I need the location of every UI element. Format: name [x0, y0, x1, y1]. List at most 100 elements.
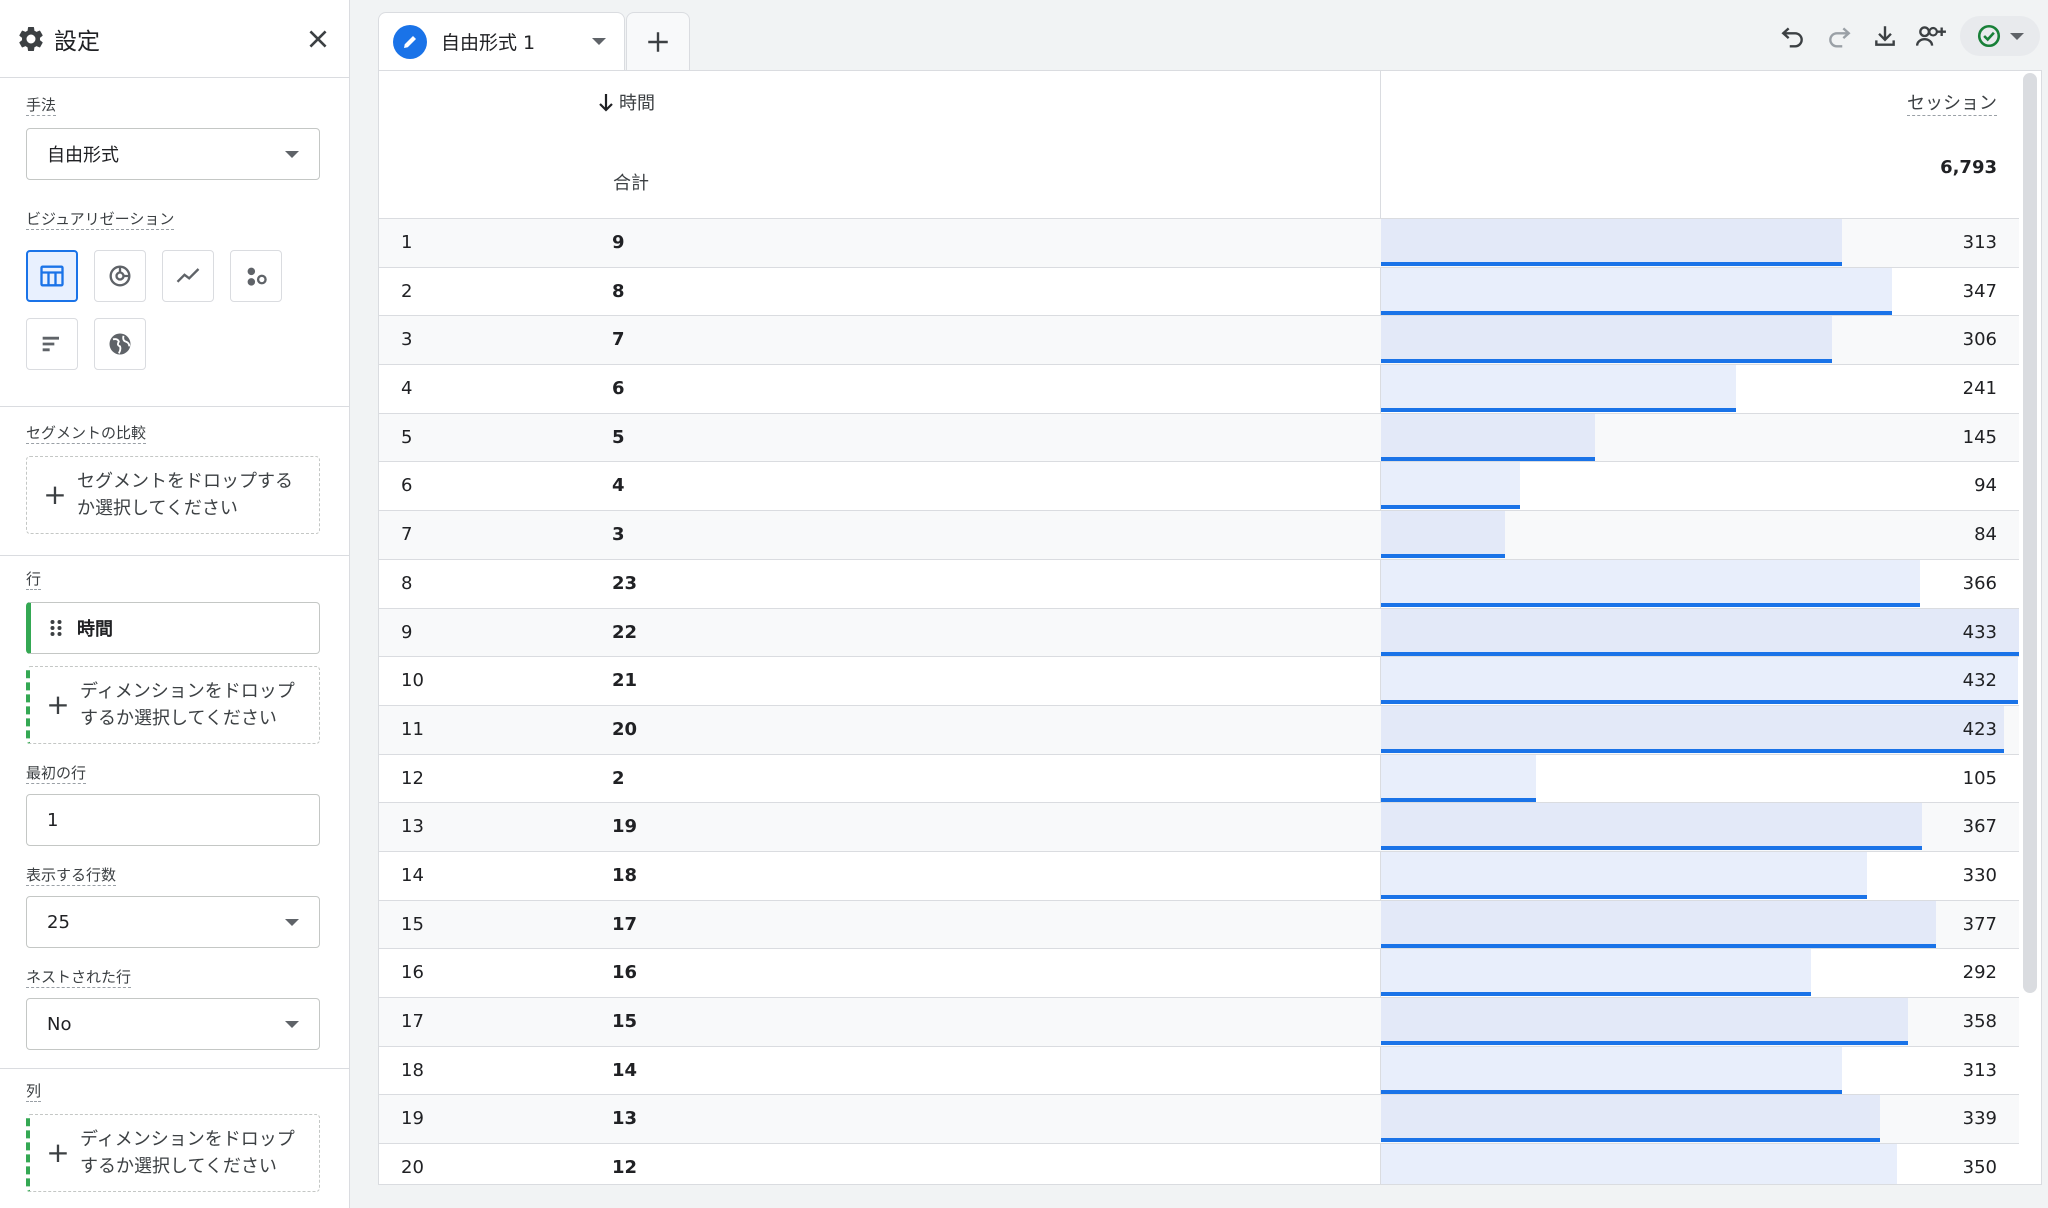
row-session-value: 423 [1962, 718, 1997, 740]
row-index: 16 [401, 962, 424, 984]
nested-rows-select[interactable]: No [26, 998, 320, 1050]
divider [0, 1068, 350, 1069]
redo-icon [1829, 27, 1851, 48]
row-dimension-value: 19 [612, 816, 638, 838]
row-session-value: 84 [1974, 524, 1997, 546]
row-session-value: 145 [1962, 426, 1997, 448]
show-rows-select[interactable]: 25 [26, 896, 320, 948]
row-dimension-value: 21 [612, 670, 638, 692]
row-dimension-value: 18 [612, 864, 638, 886]
metric-column-header[interactable]: セッション [1907, 89, 1997, 116]
column-dimension-drop-zone[interactable]: + ディメンションをドロップ するか選択してください [26, 1114, 320, 1192]
row-dimension-value: 7 [612, 329, 625, 351]
vertical-scrollbar[interactable] [2023, 73, 2037, 993]
add-user-icon [1915, 26, 1946, 46]
segment-label: セグメントの比較 [26, 424, 147, 444]
table-row[interactable]: 5 5 145 [379, 413, 2019, 463]
row-session-value: 330 [1962, 864, 1997, 886]
undo-button[interactable] [1770, 14, 1816, 58]
show-rows-value: 25 [47, 911, 70, 933]
row-index: 13 [401, 816, 424, 838]
row-dimension-value: 9 [612, 232, 625, 253]
first-row-label: 最初の行 [26, 764, 87, 784]
table-row[interactable]: 15 17 377 [379, 900, 2019, 950]
value-bar [1381, 608, 2019, 656]
value-bar [1381, 365, 1736, 413]
columns-label: 列 [26, 1082, 42, 1102]
row-index: 17 [401, 1011, 424, 1032]
row-session-value: 306 [1962, 329, 1997, 351]
redo-button[interactable] [1816, 14, 1862, 58]
table-row[interactable]: 4 6 241 [379, 365, 2019, 414]
row-dimension-value: 22 [612, 621, 638, 643]
viz-line-button[interactable] [162, 250, 214, 302]
row-session-value: 367 [1962, 816, 1997, 838]
visualization-label: ビジュアリゼーション [26, 210, 175, 230]
row-index: 10 [401, 670, 424, 692]
row-session-value: 433 [1962, 621, 1997, 643]
chevron-down-icon[interactable] [592, 38, 606, 45]
row-dimension-drop-zone[interactable]: + ディメンションをドロップ するか選択してください [26, 666, 320, 744]
row-dimension-value: 5 [612, 426, 625, 448]
table-row[interactable]: 8 23 366 [379, 559, 2019, 609]
dimension-drop-text-line1: ディメンションをドロップ [80, 681, 295, 702]
row-index: 20 [401, 1157, 424, 1179]
table-row[interactable]: 16 16 292 [379, 949, 2019, 998]
method-select[interactable]: 自由形式 [26, 128, 320, 180]
tab-freeform-1[interactable]: 自由形式 1 [378, 12, 625, 70]
table-row[interactable]: 13 19 367 [379, 803, 2019, 852]
nested-rows-label: ネストされた行 [26, 968, 132, 988]
drag-handle-icon[interactable] [49, 619, 63, 637]
table-row[interactable]: 11 20 423 [379, 705, 2019, 755]
table-row[interactable]: 1 9 313 [379, 219, 2019, 268]
table-row[interactable]: 20 12 350 [379, 1144, 2019, 1184]
row-session-value: 432 [1962, 670, 1997, 692]
value-bar [1381, 511, 1505, 559]
viz-scatter-button[interactable] [230, 250, 282, 302]
value-bar [1381, 754, 1536, 802]
table-row[interactable]: 9 22 433 [379, 608, 2019, 658]
table-row[interactable]: 12 2 105 [379, 754, 2019, 804]
download-icon [1875, 26, 1895, 46]
viz-geo-button[interactable] [94, 318, 146, 370]
viz-bar-button[interactable] [26, 318, 78, 370]
row-dimension-label: 時間 [77, 619, 113, 640]
row-index: 3 [401, 329, 413, 351]
row-dimension-chip[interactable]: 時間 [26, 602, 320, 654]
line-chart-icon [176, 268, 200, 283]
plus-icon: + [46, 688, 70, 721]
viz-donut-button[interactable] [94, 250, 146, 302]
status-dropdown[interactable] [1960, 16, 2040, 56]
table-row[interactable]: 18 14 313 [379, 1046, 2019, 1096]
globe-icon [109, 333, 131, 355]
viz-table-button[interactable] [26, 250, 78, 302]
chevron-down-icon [285, 918, 299, 926]
first-row-input[interactable] [26, 794, 320, 846]
table-row[interactable]: 19 13 339 [379, 1095, 2019, 1145]
row-dimension-value: 17 [612, 913, 638, 935]
close-button[interactable] [303, 24, 333, 54]
table-row[interactable]: 2 8 347 [379, 267, 2019, 317]
add-tab-button[interactable] [626, 12, 690, 70]
segment-drop-zone[interactable]: + セグメントをドロップする か選択してください [26, 456, 320, 534]
method-label: 手法 [26, 96, 57, 116]
table-row[interactable]: 17 15 358 [379, 998, 2019, 1047]
dimension-column-header[interactable]: 時間 [597, 89, 655, 115]
table-row[interactable]: 7 3 84 [379, 511, 2019, 560]
table-row[interactable]: 3 7 306 [379, 316, 2019, 366]
table-row[interactable]: 6 4 94 [379, 462, 2019, 512]
share-button[interactable] [1908, 14, 1954, 58]
table-row[interactable]: 14 18 330 [379, 851, 2019, 901]
value-bar [1381, 219, 1842, 266]
table-header: 時間 セッション 合計 6,793 [379, 71, 2019, 219]
download-button[interactable] [1862, 14, 1908, 58]
donut-chart-icon [109, 265, 131, 287]
table-row[interactable]: 10 21 432 [379, 657, 2019, 706]
row-index: 5 [401, 426, 413, 448]
rows-label: 行 [26, 570, 42, 590]
row-index: 8 [401, 572, 413, 594]
row-dimension-value: 3 [612, 524, 625, 546]
table-body: 1 9 313 2 8 347 3 7 306 4 6 241 5 5 145 6 4 94 7 3 84 8 23 366 9… [379, 219, 2019, 1184]
row-index: 1 [401, 232, 413, 253]
row-dimension-value: 4 [612, 475, 625, 497]
